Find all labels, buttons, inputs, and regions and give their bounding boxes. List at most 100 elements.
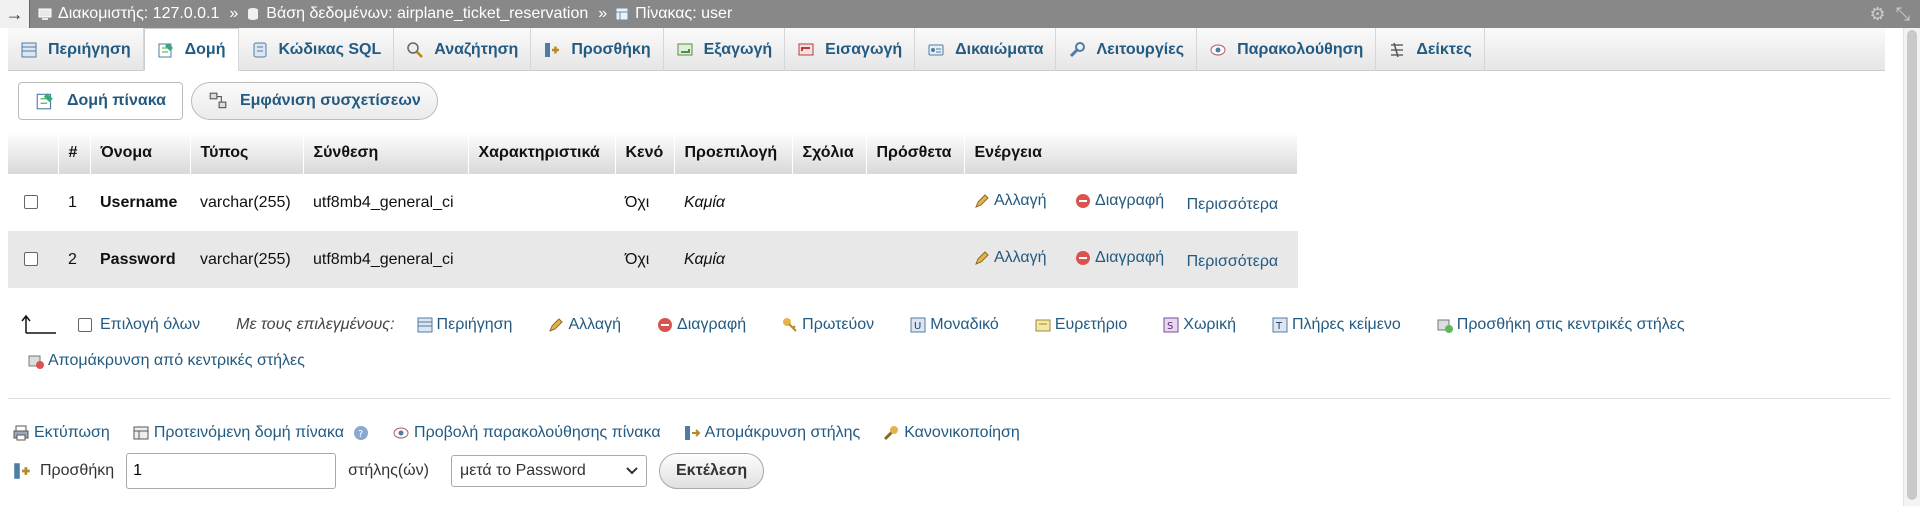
column-null: Όχι	[615, 174, 674, 231]
header-null[interactable]: Κενό	[615, 131, 675, 174]
eye-icon	[393, 427, 409, 439]
breadcrumb-server[interactable]: Διακομιστής: 127.0.0.1	[38, 5, 219, 23]
propose-structure-icon	[133, 426, 149, 440]
tab-triggers[interactable]: Δείκτες	[1376, 28, 1485, 71]
change-link[interactable]: Αλλαγή	[974, 192, 1047, 210]
tab-label: Λειτουργίες	[1096, 40, 1185, 58]
tab-privileges[interactable]: Δικαιώματα	[915, 28, 1057, 71]
key-icon	[783, 318, 797, 332]
bulk-unique-button[interactable]: U Μοναδικό	[910, 316, 999, 334]
collapse-icon[interactable]: ⤡	[1896, 4, 1910, 25]
bulk-fulltext-button[interactable]: T Πλήρες κείμενο	[1272, 316, 1401, 334]
go-button[interactable]: Εκτέλεση	[658, 453, 765, 489]
tab-export[interactable]: Εξαγωγή	[664, 28, 786, 71]
change-link[interactable]: Αλλαγή	[974, 249, 1047, 267]
header-type[interactable]: Τύπος	[190, 131, 304, 174]
check-all-checkbox[interactable]	[78, 318, 92, 332]
vertical-scrollbar[interactable]	[1903, 28, 1920, 506]
normalize-link[interactable]: Κανονικοποίηση	[882, 424, 1020, 442]
bulk-primary-label: Πρωτεύον	[802, 316, 875, 333]
tab-structure[interactable]: Δομή	[143, 28, 239, 71]
bulk-drop-label: Διαγραφή	[677, 316, 747, 333]
tab-search[interactable]: Αναζήτηση	[394, 28, 532, 71]
bulk-remove-central-button[interactable]: Απομάκρυνση από κεντρικές στήλες	[28, 352, 305, 370]
bulk-add-central-label: Προσθήκη στις κεντρικές στήλες	[1456, 316, 1685, 333]
column-null: Όχι	[615, 231, 674, 288]
move-columns-label: Απομάκρυνση στήλης	[704, 424, 861, 441]
pencil-icon	[975, 250, 989, 265]
table-row: 2 Password varchar(255) utf8mb4_general_…	[8, 231, 1298, 288]
gear-icon[interactable]: ⚙	[1869, 4, 1885, 25]
tab-operations[interactable]: Λειτουργίες	[1056, 28, 1198, 71]
bulk-add-central-button[interactable]: Προσθήκη στις κεντρικές στήλες	[1437, 316, 1685, 334]
tab-label: Δομή	[184, 40, 226, 58]
drop-label: Διαγραφή	[1095, 191, 1165, 209]
tab-insert[interactable]: Προσθήκη	[531, 28, 664, 71]
row-checkbox[interactable]	[24, 252, 38, 267]
table-row: 1 Username varchar(255) utf8mb4_general_…	[8, 174, 1298, 231]
tab-label: Κώδικας SQL	[278, 40, 382, 58]
tab-label: Εισαγωγή	[825, 40, 903, 58]
tab-browse[interactable]: Περιήγηση	[8, 28, 144, 71]
propose-structure-link[interactable]: Προτεινόμενη δομή πίνακα	[132, 424, 344, 442]
drop-icon	[1076, 193, 1091, 208]
search-icon	[407, 41, 424, 58]
table-structure-button[interactable]: Δομή πίνακα	[18, 82, 183, 120]
bulk-change-button[interactable]: Αλλαγή	[548, 316, 621, 334]
pencil-icon	[549, 318, 564, 332]
tab-tracking[interactable]: Παρακολούθηση	[1197, 28, 1377, 71]
bulk-spatial-label: Χωρική	[1183, 316, 1236, 333]
scrollbar-thumb[interactable]	[1907, 30, 1917, 500]
column-comments	[792, 174, 866, 231]
bulk-index-label: Ευρετήριο	[1054, 316, 1128, 333]
row-actions: Αλλαγή Διαγραφή Περισσότερα	[964, 231, 1298, 288]
svg-text:U: U	[914, 321, 921, 332]
header-number: #	[58, 131, 91, 174]
column-count-input[interactable]	[126, 453, 337, 489]
header-collation[interactable]: Σύνθεση	[303, 131, 469, 174]
tab-label: Εξαγωγή	[703, 40, 773, 58]
breadcrumb-database[interactable]: Βάση δεδομένων: airplane_ticket_reservat…	[246, 5, 588, 23]
bulk-browse-button[interactable]: Περιήγηση	[417, 316, 512, 334]
bulk-unique-label: Μοναδικό	[930, 316, 999, 333]
track-table-link[interactable]: Προβολή παρακολούθησης πίνακα	[392, 424, 661, 442]
bulk-drop-button[interactable]: Διαγραφή	[657, 316, 746, 334]
header-default[interactable]: Προεπιλογή	[674, 131, 793, 174]
header-attributes[interactable]: Χαρακτηριστικά	[468, 131, 616, 174]
column-type: varchar(255)	[190, 231, 303, 288]
column-position-select[interactable]: μετά το Password	[450, 455, 647, 487]
move-columns-link[interactable]: Απομάκρυνση στήλης	[683, 424, 861, 442]
bulk-index-button[interactable]: Ευρετήριο	[1035, 316, 1127, 334]
print-link[interactable]: Εκτύπωση	[12, 424, 110, 442]
row-checkbox[interactable]	[24, 195, 38, 210]
collapse-arrow-icon[interactable]: →	[0, 0, 30, 28]
more-link[interactable]: Περισσότερα	[1187, 253, 1279, 271]
tab-import[interactable]: Εισαγωγή	[785, 28, 916, 71]
svg-text:T: T	[1275, 321, 1283, 332]
divider	[8, 398, 1890, 399]
relation-view-label: Εμφάνιση συσχετίσεων	[239, 92, 421, 109]
row-number: 1	[58, 174, 90, 231]
more-link[interactable]: Περισσότερα	[1187, 196, 1279, 214]
breadcrumb-server-label[interactable]: Διακομιστής: 127.0.0.1	[58, 5, 219, 23]
help-icon[interactable]: ?	[352, 424, 370, 442]
privileges-icon	[928, 44, 944, 55]
normalize-label: Κανονικοποίηση	[904, 424, 1020, 441]
breadcrumb-table-label[interactable]: Πίνακας: user	[635, 5, 732, 23]
check-all-label[interactable]: Επιλογή όλων	[100, 316, 200, 334]
bulk-spatial-button[interactable]: S Χωρική	[1163, 316, 1236, 334]
header-comments[interactable]: Σχόλια	[792, 131, 867, 174]
breadcrumb-database-label[interactable]: Βάση δεδομένων: airplane_ticket_reservat…	[266, 5, 588, 23]
tab-sql[interactable]: Κώδικας SQL	[239, 28, 395, 71]
add-central-columns-icon	[1437, 319, 1453, 333]
breadcrumb-table[interactable]: Πίνακας: user	[615, 5, 732, 23]
drop-link[interactable]: Διαγραφή	[1075, 192, 1164, 210]
bulk-primary-button[interactable]: Πρωτεύον	[782, 316, 874, 334]
drop-link[interactable]: Διαγραφή	[1075, 249, 1164, 267]
header-name[interactable]: Όνομα	[90, 131, 191, 174]
index-icon	[1035, 319, 1051, 332]
relation-view-button[interactable]: Εμφάνιση συσχετίσεων	[190, 82, 438, 120]
column-position-value: μετά το Password	[459, 462, 586, 479]
bulk-actions-row: Επιλογή όλων Με τους επιλεγμένους: Περιή…	[20, 310, 1900, 340]
header-extra[interactable]: Πρόσθετα	[866, 131, 965, 174]
